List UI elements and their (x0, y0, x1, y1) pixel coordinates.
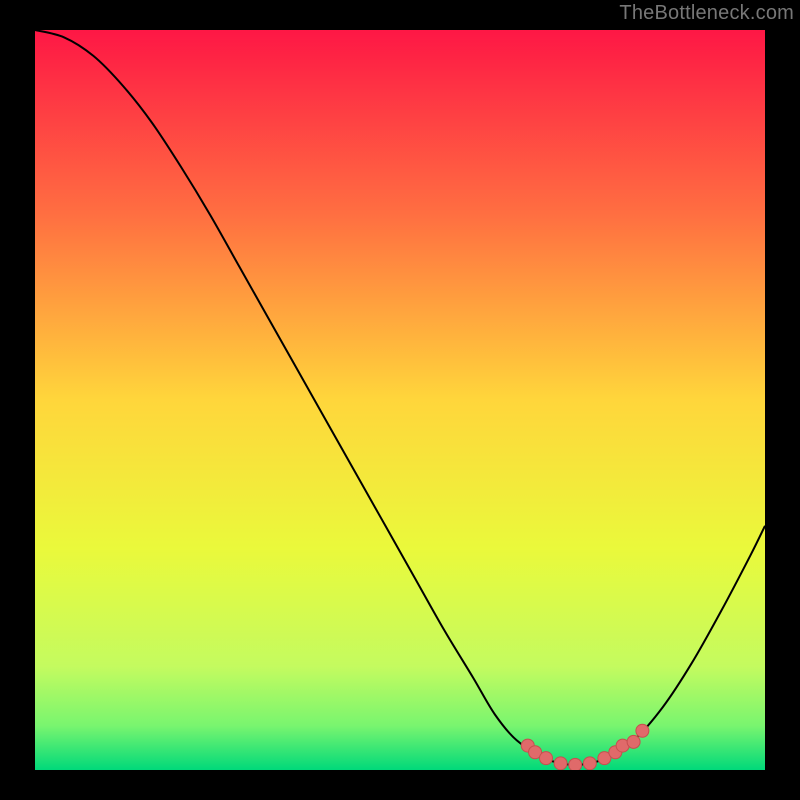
bottleneck-chart (0, 0, 800, 800)
recommended-marker (627, 735, 640, 748)
recommended-marker (554, 757, 567, 770)
plot-background (35, 30, 765, 770)
recommended-marker (583, 757, 596, 770)
recommended-marker (569, 758, 582, 771)
recommended-marker (540, 752, 553, 765)
chart-frame: TheBottleneck.com (0, 0, 800, 800)
recommended-marker (636, 724, 649, 737)
watermark-label: TheBottleneck.com (619, 2, 794, 25)
